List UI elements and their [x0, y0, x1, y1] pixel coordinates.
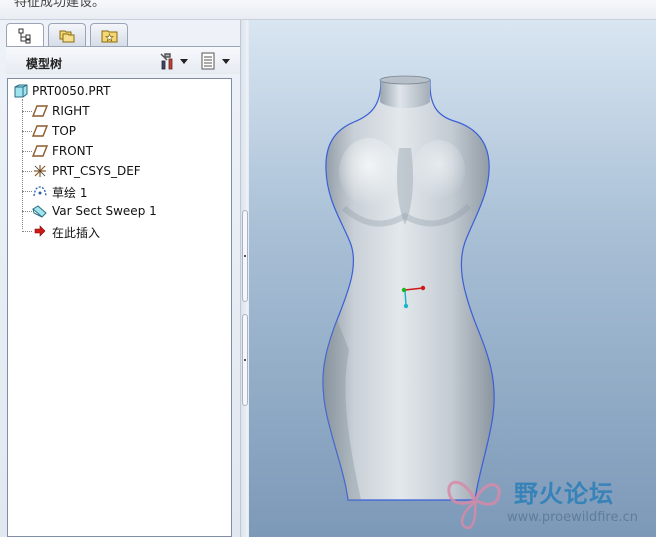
chevron-down-icon [180, 59, 188, 64]
tree-item-root-part[interactable]: PRT0050.PRT [8, 81, 228, 101]
tools-settings-icon [160, 53, 173, 70]
panel-splitter[interactable] [240, 20, 248, 537]
tree-item-label: TOP [52, 124, 77, 138]
part-icon [14, 84, 28, 98]
navigator-panel: 模型树 PRT0050.PRT RIGHT TOP FRONT PRT_CSYS… [0, 20, 248, 537]
list-view-icon [201, 52, 215, 70]
favorites-tab[interactable] [90, 23, 128, 47]
sketch-icon [33, 186, 47, 197]
tree-item-label: 在此插入 [52, 226, 101, 240]
tree-item-right-plane[interactable]: RIGHT [8, 101, 228, 121]
tree-item-label: FRONT [52, 144, 93, 158]
tree-item-label: PRT_CSYS_DEF [52, 164, 141, 178]
tree-settings-button[interactable] [158, 51, 188, 71]
splitter-grip-lower[interactable] [242, 314, 248, 406]
message-bar: 特征成功建设。 [0, 0, 656, 20]
tree-item-csys[interactable]: PRT_CSYS_DEF [8, 161, 228, 181]
tree-item-label: RIGHT [52, 104, 90, 118]
tree-structure-icon [18, 28, 31, 44]
tree-item-var-sect-sweep[interactable]: Var Sect Sweep 1 [8, 201, 228, 221]
watermark-url: www.proewildfire.cn [507, 510, 638, 525]
tree-item-insert-here[interactable]: 在此插入 [8, 221, 228, 241]
datum-plane-icon [32, 125, 48, 137]
butterfly-logo-icon [447, 480, 501, 530]
neck-top [379, 75, 431, 85]
chest-right-highlight [413, 140, 465, 200]
chevron-down-icon [222, 59, 230, 64]
tree-item-top-plane[interactable]: TOP [8, 121, 228, 141]
tree-item-label: 草绘 1 [52, 186, 88, 200]
insert-here-arrow-icon [34, 225, 46, 237]
splitter-grip-upper[interactable] [242, 210, 248, 302]
datum-plane-icon [32, 105, 48, 117]
dress-form-model [322, 75, 495, 501]
graphics-viewport[interactable] [249, 20, 656, 537]
message-text: 特征成功建设。 [14, 0, 106, 10]
model-tree-title: 模型树 [26, 57, 63, 71]
tree-item-label: Var Sect Sweep 1 [52, 204, 157, 218]
tree-show-button[interactable] [200, 51, 230, 71]
model-tree-tab[interactable] [6, 23, 44, 48]
site-watermark: 野火论坛 www.proewildfire.cn [440, 466, 656, 537]
chest-left-highlight [339, 138, 399, 206]
folder-stack-icon [59, 30, 75, 43]
tree-item-sketch[interactable]: 草绘 1 [8, 181, 228, 201]
model-tree-header: 模型树 [6, 46, 240, 74]
sweep-feature-icon [32, 205, 47, 218]
tree-item-label: PRT0050.PRT [32, 84, 111, 98]
watermark-title: 野火论坛 [514, 480, 614, 508]
star-folder-icon [101, 30, 118, 43]
coordinate-system-icon [34, 165, 46, 177]
datum-plane-icon [32, 145, 48, 157]
folder-browser-tab[interactable] [48, 23, 86, 47]
tree-item-front-plane[interactable]: FRONT [8, 141, 228, 161]
model-tree: PRT0050.PRT RIGHT TOP FRONT PRT_CSYS_DEF… [7, 78, 232, 537]
